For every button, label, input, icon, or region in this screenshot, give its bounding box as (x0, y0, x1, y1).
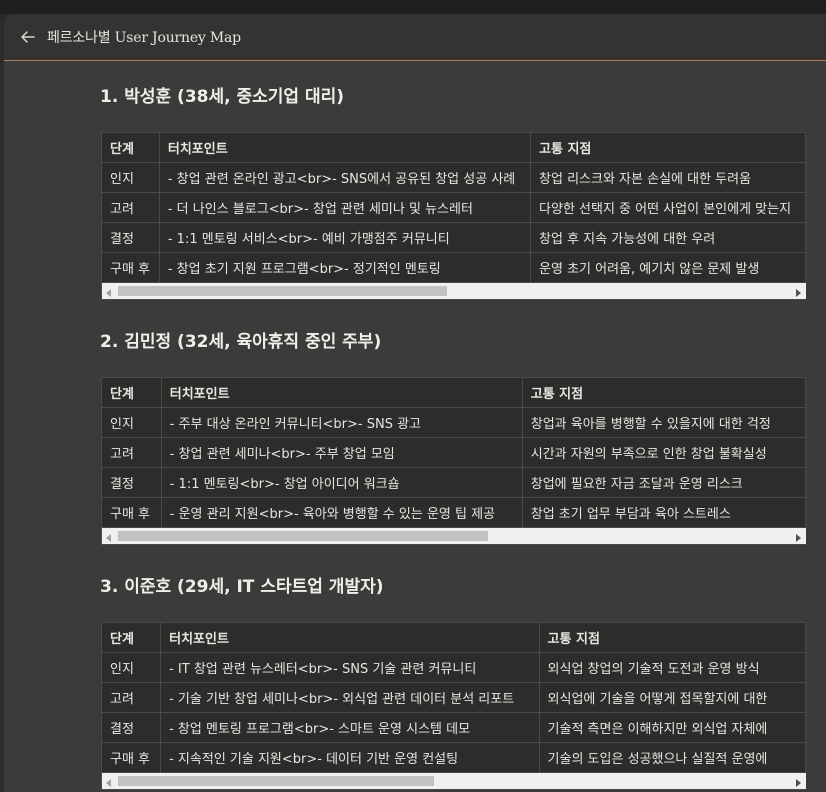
triangle-left-icon (106, 772, 112, 790)
journey-table-grid: 단계 터치포인트 고통 지점 인지 - IT 창업 관련 뉴스레터<br>- S… (102, 623, 806, 772)
stage-cell: 인지 (102, 407, 162, 438)
table-row: 고려 - 더 나인스 블로그<br>- 창업 관련 세미나 및 뉴스레터 다양한… (102, 192, 806, 223)
painpoint-cell: 창업 리스크와 자본 손실에 대한 두려움 (530, 162, 806, 193)
painpoint-cell: 창업에 필요한 자금 조달과 운영 리스크 (522, 467, 806, 498)
journey-table-3[interactable]: 단계 터치포인트 고통 지점 인지 - IT 창업 관련 뉴스레터<br>- S… (101, 622, 806, 790)
touchpoint-cell: - 주부 대상 온라인 커뮤니티<br>- SNS 광고 (161, 407, 523, 438)
column-header-stage: 단계 (102, 133, 160, 163)
painpoint-cell: 기술의 도입은 성공했으나 실질적 운영에 (539, 742, 806, 772)
scroll-left-button[interactable] (102, 283, 116, 299)
stage-cell: 구매 후 (102, 252, 160, 282)
column-header-stage: 단계 (102, 623, 162, 653)
back-button[interactable] (17, 26, 39, 48)
back-arrow-icon (21, 31, 35, 43)
painpoint-cell: 외식업 창업의 기술적 도전과 운영 방식 (539, 652, 806, 683)
stage-cell: 구매 후 (102, 497, 162, 527)
title-bar: 페르소나별 User Journey Map (4, 14, 826, 61)
table-header-row: 단계 터치포인트 고통 지점 (102, 623, 806, 653)
touchpoint-cell: - 기술 기반 창업 세미나<br>- 외식업 관련 데이터 분석 리포트 (160, 682, 540, 713)
stage-cell: 결정 (102, 467, 162, 498)
journey-table-grid: 단계 터치포인트 고통 지점 인지 - 주부 대상 온라인 커뮤니티<br>- … (102, 378, 806, 527)
painpoint-cell: 기술적 측면은 이해하지만 외식업 자체에 (539, 712, 806, 743)
horizontal-scrollbar[interactable] (102, 772, 806, 789)
touchpoint-cell: - 창업 멘토링 프로그램<br>- 스마트 운영 시스템 데모 (160, 712, 540, 743)
scroll-right-button[interactable] (792, 528, 806, 544)
app-window: 페르소나별 User Journey Map 1. 박성훈 (38세, 중소기업… (4, 14, 826, 792)
painpoint-cell: 시간과 자원의 부족으로 인한 창업 불확실성 (522, 437, 806, 468)
column-header-stage: 단계 (102, 378, 162, 408)
touchpoint-cell: - 창업 관련 세미나<br>- 주부 창업 모임 (161, 437, 523, 468)
journey-table-grid: 단계 터치포인트 고통 지점 인지 - 창업 관련 온라인 광고<br>- SN… (102, 133, 806, 282)
stage-cell: 구매 후 (102, 742, 162, 772)
table-row: 인지 - 창업 관련 온라인 광고<br>- SNS에서 공유된 창업 성공 사… (102, 162, 806, 193)
painpoint-cell: 운영 초기 어려움, 예기치 않은 문제 발생 (530, 252, 806, 282)
scroll-right-button[interactable] (792, 283, 806, 299)
scroll-left-button[interactable] (102, 528, 116, 544)
table-row: 구매 후 - 운영 관리 지원<br>- 육아와 병행할 수 있는 운영 팁 제… (102, 497, 806, 527)
horizontal-scrollbar[interactable] (102, 282, 806, 299)
stage-cell: 인지 (102, 162, 160, 193)
scroll-left-button[interactable] (102, 773, 116, 789)
persona-heading-1: 1. 박성훈 (38세, 중소기업 대리) (100, 87, 345, 107)
persona-heading-2: 2. 김민정 (32세, 육아휴직 중인 주부) (100, 332, 382, 352)
scrollbar-thumb[interactable] (118, 776, 434, 786)
journey-table-2[interactable]: 단계 터치포인트 고통 지점 인지 - 주부 대상 온라인 커뮤니티<br>- … (101, 377, 806, 545)
os-top-strip (0, 0, 826, 14)
stage-cell: 고려 (102, 437, 162, 468)
touchpoint-cell: - 1:1 멘토링 서비스<br>- 예비 가맹점주 커뮤니티 (159, 222, 532, 253)
table-row: 구매 후 - 창업 초기 지원 프로그램<br>- 정기적인 멘토링 운영 초기… (102, 252, 806, 282)
stage-cell: 결정 (102, 712, 162, 743)
table-header-row: 단계 터치포인트 고통 지점 (102, 133, 806, 163)
scrollbar-thumb[interactable] (118, 531, 488, 541)
column-header-painpoint: 고통 지점 (539, 623, 806, 653)
document-content: 1. 박성훈 (38세, 중소기업 대리) 단계 터치포인트 고통 지점 인지 … (4, 61, 826, 792)
table-header-row: 단계 터치포인트 고통 지점 (102, 378, 806, 408)
stage-cell: 고려 (102, 192, 160, 223)
triangle-right-icon (796, 282, 802, 300)
table-row: 인지 - IT 창업 관련 뉴스레터<br>- SNS 기술 관련 커뮤니티 외… (102, 652, 806, 683)
painpoint-cell: 창업 후 지속 가능성에 대한 우려 (530, 222, 806, 253)
scrollbar-thumb[interactable] (118, 286, 447, 296)
touchpoint-cell: - 1:1 멘토링<br>- 창업 아이디어 워크숍 (161, 467, 523, 498)
horizontal-scrollbar[interactable] (102, 527, 806, 544)
table-row: 고려 - 창업 관련 세미나<br>- 주부 창업 모임 시간과 자원의 부족으… (102, 437, 806, 468)
column-header-touchpoint: 터치포인트 (160, 623, 540, 653)
scroll-right-button[interactable] (792, 773, 806, 789)
stage-cell: 고려 (102, 682, 162, 713)
journey-table-1[interactable]: 단계 터치포인트 고통 지점 인지 - 창업 관련 온라인 광고<br>- SN… (101, 132, 806, 300)
table-row: 결정 - 창업 멘토링 프로그램<br>- 스마트 운영 시스템 데모 기술적 … (102, 712, 806, 743)
table-row: 구매 후 - 지속적인 기술 지원<br>- 데이터 기반 운영 컨설팅 기술의… (102, 742, 806, 772)
painpoint-cell: 창업 초기 업무 부담과 육아 스트레스 (522, 497, 806, 527)
table-row: 인지 - 주부 대상 온라인 커뮤니티<br>- SNS 광고 창업과 육아를 … (102, 407, 806, 438)
touchpoint-cell: - 운영 관리 지원<br>- 육아와 병행할 수 있는 운영 팁 제공 (161, 497, 523, 527)
column-header-touchpoint: 터치포인트 (161, 378, 523, 408)
column-header-painpoint: 고통 지점 (530, 133, 806, 163)
touchpoint-cell: - 창업 관련 온라인 광고<br>- SNS에서 공유된 창업 성공 사례 (159, 162, 532, 193)
touchpoint-cell: - 창업 초기 지원 프로그램<br>- 정기적인 멘토링 (159, 252, 532, 282)
triangle-left-icon (106, 282, 112, 300)
column-header-painpoint: 고통 지점 (522, 378, 806, 408)
column-header-touchpoint: 터치포인트 (159, 133, 532, 163)
touchpoint-cell: - IT 창업 관련 뉴스레터<br>- SNS 기술 관련 커뮤니티 (160, 652, 540, 683)
stage-cell: 결정 (102, 222, 160, 253)
persona-heading-3: 3. 이준호 (29세, IT 스타트업 개발자) (100, 577, 384, 597)
table-row: 결정 - 1:1 멘토링<br>- 창업 아이디어 워크숍 창업에 필요한 자금… (102, 467, 806, 498)
table-row: 결정 - 1:1 멘토링 서비스<br>- 예비 가맹점주 커뮤니티 창업 후 … (102, 222, 806, 253)
table-row: 고려 - 기술 기반 창업 세미나<br>- 외식업 관련 데이터 분석 리포트… (102, 682, 806, 713)
triangle-left-icon (106, 527, 112, 545)
painpoint-cell: 외식업에 기술을 어떻게 접목할지에 대한 (539, 682, 806, 713)
touchpoint-cell: - 지속적인 기술 지원<br>- 데이터 기반 운영 컨설팅 (160, 742, 540, 772)
triangle-right-icon (796, 527, 802, 545)
painpoint-cell: 창업과 육아를 병행할 수 있을지에 대한 걱정 (522, 407, 806, 438)
page-title: 페르소나별 User Journey Map (47, 30, 241, 46)
touchpoint-cell: - 더 나인스 블로그<br>- 창업 관련 세미나 및 뉴스레터 (159, 192, 532, 223)
stage-cell: 인지 (102, 652, 162, 683)
triangle-right-icon (796, 772, 802, 790)
painpoint-cell: 다양한 선택지 중 어떤 사업이 본인에게 맞는지 (530, 192, 806, 223)
